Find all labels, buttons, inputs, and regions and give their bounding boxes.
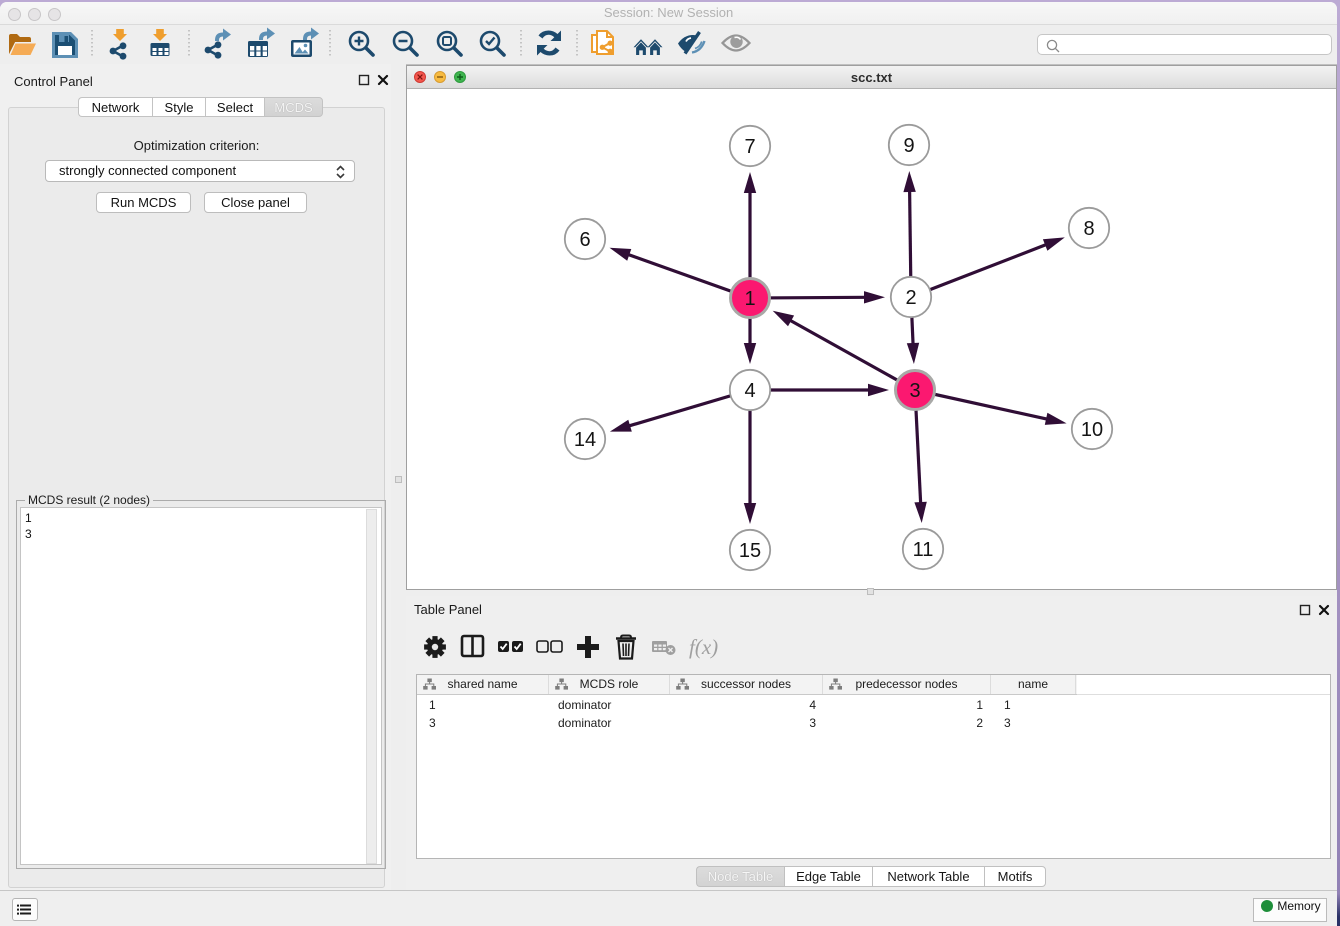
svg-text:8: 8 bbox=[1083, 218, 1094, 240]
svg-text:6: 6 bbox=[579, 229, 590, 251]
svg-text:9: 9 bbox=[903, 135, 914, 157]
svg-text:10: 10 bbox=[1081, 419, 1103, 441]
svg-text:f(x): f(x) bbox=[689, 635, 718, 659]
svg-text:7: 7 bbox=[744, 136, 755, 158]
svg-text:15: 15 bbox=[739, 540, 761, 562]
svg-text:3: 3 bbox=[909, 380, 920, 402]
svg-text:1: 1 bbox=[744, 288, 755, 310]
svg-text:4: 4 bbox=[744, 380, 755, 402]
svg-text:2: 2 bbox=[905, 287, 916, 309]
svg-text:14: 14 bbox=[574, 429, 596, 451]
svg-text:11: 11 bbox=[913, 539, 934, 561]
